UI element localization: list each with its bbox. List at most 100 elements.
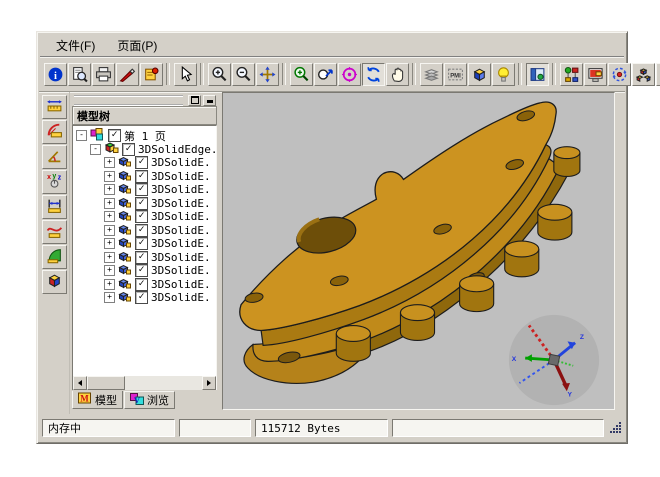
- tree-checkbox[interactable]: ✓: [135, 197, 148, 210]
- tree-checkbox[interactable]: ✓: [135, 210, 148, 223]
- tree-item-label[interactable]: 3DSolidE.: [151, 197, 211, 210]
- scroll-left-icon: [78, 380, 82, 386]
- toolbar-button-pan-hand[interactable]: [386, 63, 409, 86]
- tree-item-label[interactable]: 第 1 页: [124, 128, 166, 144]
- toolbar-button-print-preview[interactable]: [68, 63, 91, 86]
- tree-item-label[interactable]: 3DSolidE.: [151, 251, 211, 264]
- tree-checkbox[interactable]: ✓: [135, 156, 148, 169]
- view-cube-icon: [471, 66, 488, 83]
- tree-row-part-3: + ✓3DSolidE.: [73, 183, 216, 197]
- viewport-canvas[interactable]: Z Y X: [222, 92, 615, 410]
- tree-item-label[interactable]: 3DSolidE.: [151, 210, 211, 223]
- toolbar-button-display-settings[interactable]: [584, 63, 607, 86]
- tree-expander[interactable]: +: [104, 225, 115, 236]
- tree-item-label[interactable]: 3DSolidE.: [151, 264, 211, 277]
- menu-file[interactable]: 文件(F): [47, 35, 104, 56]
- light-bulb-icon: [495, 66, 512, 83]
- tree-checkbox[interactable]: ✓: [135, 224, 148, 237]
- tree-item-label[interactable]: 3DSolidE.: [151, 156, 211, 169]
- measure-button-measure-distance[interactable]: [42, 195, 67, 219]
- measure-button-measure-coordinate[interactable]: xyz: [42, 170, 67, 194]
- scroll-track[interactable]: [87, 376, 202, 390]
- tree-row-part-8: + ✓3DSolidE.: [73, 251, 216, 265]
- toolbar-button-pan-arrows[interactable]: [256, 63, 279, 86]
- tree-expander[interactable]: -: [76, 130, 87, 141]
- tree-item-label[interactable]: 3DSolidE.: [151, 170, 211, 183]
- tree-item-label[interactable]: 3DSolidE.: [151, 183, 211, 196]
- measure-button-measure-curve[interactable]: [42, 220, 67, 244]
- panel-gripper[interactable]: [74, 95, 183, 106]
- tree-expander[interactable]: +: [104, 171, 115, 182]
- scroll-left-button[interactable]: [73, 376, 87, 390]
- tree-checkbox[interactable]: ✓: [135, 183, 148, 196]
- tree-expander[interactable]: +: [104, 292, 115, 303]
- tree-expander[interactable]: +: [104, 211, 115, 222]
- toolbar-button-bom[interactable]: BOM: [656, 63, 660, 86]
- redline-pen-icon: [119, 66, 136, 83]
- tree-expander[interactable]: +: [104, 198, 115, 209]
- toolbar-button-rotate-view[interactable]: [362, 63, 385, 86]
- toolbar-button-select-cursor[interactable]: [174, 63, 197, 86]
- toolbar-button-about[interactable]: i: [44, 63, 67, 86]
- tree-checkbox[interactable]: ✓: [135, 251, 148, 264]
- main-toolbar: iPMIBOM: [39, 57, 625, 92]
- measure-volume-icon: [46, 272, 63, 292]
- tree-checkbox[interactable]: ✓: [135, 278, 148, 291]
- toolbar-button-browser-panel[interactable]: [526, 63, 549, 86]
- toolbar-separator: [518, 63, 522, 85]
- toolbar-button-zoom-out[interactable]: [232, 63, 255, 86]
- tree-checkbox[interactable]: ✓: [122, 143, 135, 156]
- toolbar-button-zoom-extents[interactable]: [314, 63, 337, 86]
- tree-item-label[interactable]: 3DSolidE.: [151, 237, 211, 250]
- measure-button-measure-angle[interactable]: [42, 145, 67, 169]
- scroll-thumb[interactable]: [87, 376, 125, 390]
- tree-expander[interactable]: +: [104, 265, 115, 276]
- tab-browse[interactable]: V浏览: [124, 391, 175, 409]
- tree-checkbox[interactable]: ✓: [135, 264, 148, 277]
- scroll-right-icon: [207, 380, 211, 386]
- tree-expander[interactable]: +: [104, 279, 115, 290]
- toolbar-button-print[interactable]: [92, 63, 115, 86]
- tree-expander[interactable]: +: [104, 252, 115, 263]
- toolbar-button-orbit-target[interactable]: [338, 63, 361, 86]
- toolbar-button-assembly-tree[interactable]: [560, 63, 583, 86]
- svg-text:PMI: PMI: [450, 73, 461, 79]
- measure-button-measure-area[interactable]: [42, 245, 67, 269]
- tree-item-label[interactable]: 3DSolidE.: [151, 278, 211, 291]
- toolbar-button-export-doc[interactable]: [140, 63, 163, 86]
- status-cell-1: 内存中: [42, 419, 175, 437]
- menu-page[interactable]: 页面(P): [108, 35, 166, 56]
- panel-hide-button[interactable]: [203, 95, 216, 106]
- tree-checkbox[interactable]: ✓: [135, 237, 148, 250]
- toolbar-button-layers[interactable]: [420, 63, 443, 86]
- about-icon: i: [47, 66, 64, 83]
- tab-model[interactable]: M模型: [72, 391, 123, 409]
- toolbar-button-pmi[interactable]: PMI: [444, 63, 467, 86]
- orientation-triad[interactable]: Z Y X: [506, 312, 602, 408]
- tree-item-label[interactable]: 3DSolidE.: [151, 224, 211, 237]
- panel-restore-button[interactable]: [188, 95, 201, 106]
- measure-button-measure-volume[interactable]: [42, 270, 67, 294]
- tree-expander[interactable]: +: [104, 157, 115, 168]
- toolbar-button-view-cube[interactable]: [468, 63, 491, 86]
- tree-checkbox[interactable]: ✓: [135, 170, 148, 183]
- tree-expander[interactable]: +: [104, 184, 115, 195]
- tree-item-label[interactable]: 3DSolidEdge.: [138, 143, 217, 156]
- toolbar-button-zoom-in[interactable]: [208, 63, 231, 86]
- tree-item-label[interactable]: 3DSolidE.: [151, 291, 211, 304]
- measure-button-measure-length[interactable]: [42, 95, 67, 119]
- tree-checkbox[interactable]: ✓: [135, 291, 148, 304]
- toolbar-button-explode-view[interactable]: [632, 63, 655, 86]
- panel-caption-label: 模型树: [77, 108, 110, 124]
- size-grip[interactable]: [608, 419, 624, 437]
- tree-expander[interactable]: -: [90, 144, 101, 155]
- scroll-right-button[interactable]: [202, 376, 216, 390]
- tree-expander[interactable]: +: [104, 238, 115, 249]
- toolbar-button-light-bulb[interactable]: [492, 63, 515, 86]
- tree-horizontal-scrollbar: [72, 376, 217, 390]
- toolbar-button-redline-pen[interactable]: [116, 63, 139, 86]
- toolbar-button-zoom-window[interactable]: [290, 63, 313, 86]
- measure-button-measure-radius[interactable]: [42, 120, 67, 144]
- axis-y-label: Y: [567, 391, 572, 398]
- toolbar-button-rotate-center[interactable]: [608, 63, 631, 86]
